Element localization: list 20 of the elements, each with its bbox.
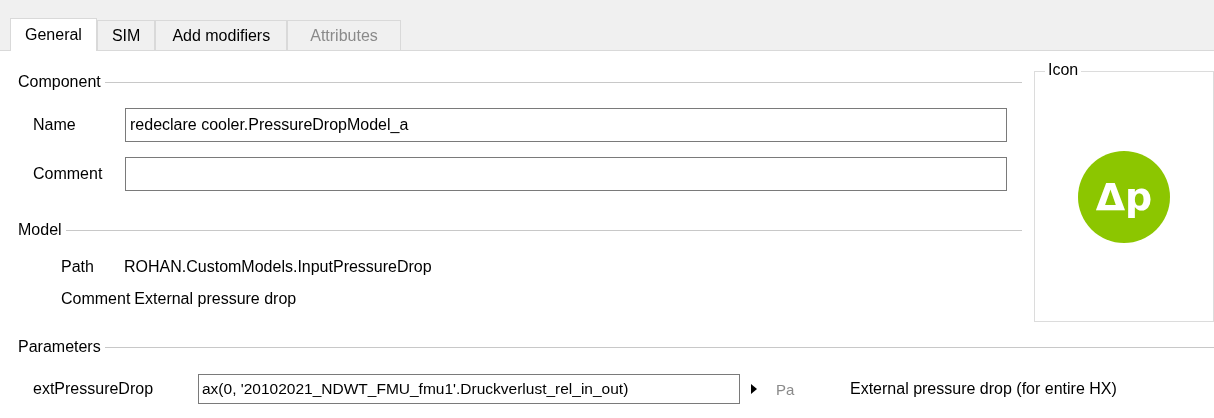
section-title: Component	[18, 73, 101, 91]
field-label: Name	[32, 116, 77, 134]
unit-label: Pa	[776, 380, 796, 398]
field-value: External pressure drop	[134, 290, 297, 308]
parameter-field[interactable]: ax(0, '20102021_NDWT_FMU_fmu1'.Druckverlust_rel_in_out)	[198, 374, 740, 404]
text-field[interactable]	[125, 157, 1007, 191]
field-label: Comment	[32, 165, 104, 183]
field-value: ROHAN.CustomModels.InputPressureDrop	[124, 258, 432, 276]
text-field[interactable]: redeclare cooler.PressureDropModel_a	[125, 108, 1007, 142]
section-title: Parameters	[18, 338, 101, 356]
tab[interactable]: General	[10, 18, 97, 51]
field-label: Path	[60, 258, 95, 276]
field-label: Comment	[60, 290, 132, 308]
tab[interactable]: SIM	[96, 20, 156, 50]
section-title: Model	[18, 221, 62, 239]
pressure-drop-icon: Δp	[1078, 150, 1170, 243]
parameter-description: External pressure drop (for entire HX)	[850, 380, 1117, 398]
tab[interactable]: Add modifiers	[155, 20, 288, 50]
caret-icon[interactable]	[750, 383, 758, 395]
parameter-name: extPressureDrop	[32, 380, 155, 398]
